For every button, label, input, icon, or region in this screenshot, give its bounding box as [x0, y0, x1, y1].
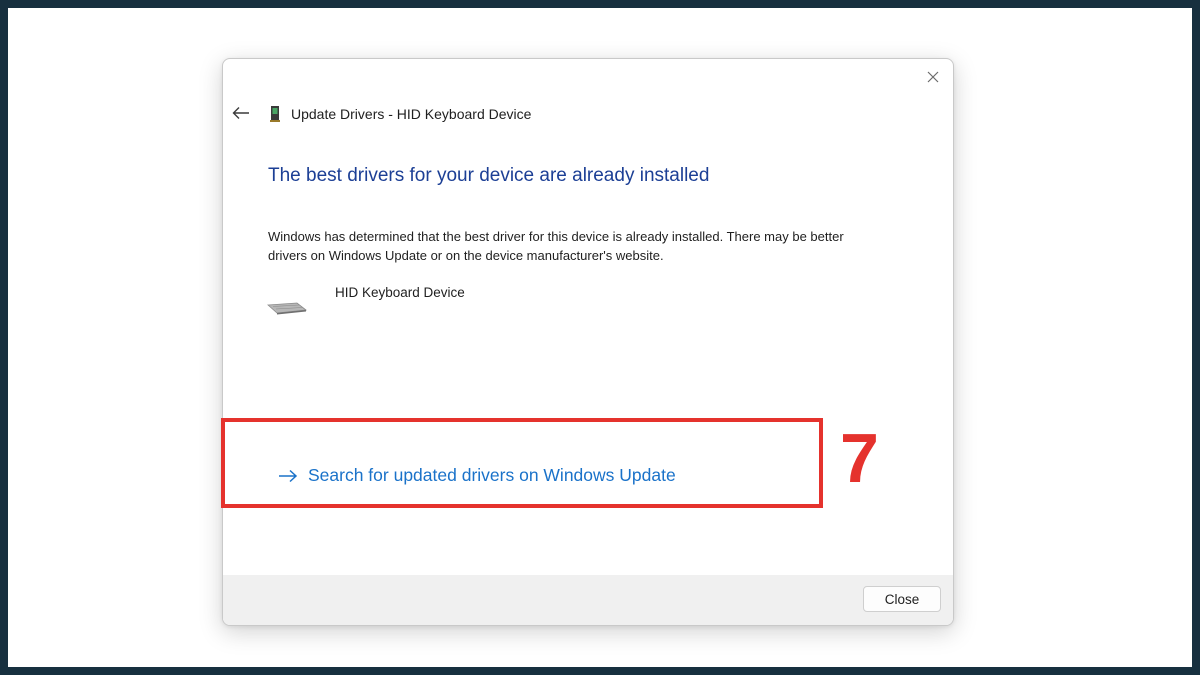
dialog-footer: Close	[223, 575, 953, 625]
status-description: Windows has determined that the best dri…	[268, 229, 844, 263]
keyboard-icon	[267, 302, 307, 315]
close-icon[interactable]	[925, 69, 941, 85]
update-drivers-dialog: Update Drivers - HID Keyboard Device The…	[222, 58, 954, 626]
step-number-label: 7	[840, 419, 879, 497]
device-icon	[270, 106, 280, 122]
status-heading: The best drivers for your device are alr…	[268, 165, 710, 186]
dialog-title: Update Drivers - HID Keyboard Device	[291, 106, 532, 122]
dialog-title-row: Update Drivers - HID Keyboard Device	[269, 105, 531, 123]
back-arrow-icon[interactable]	[232, 106, 250, 120]
highlight-box	[221, 418, 823, 508]
screenshot-frame: Update Drivers - HID Keyboard Device The…	[8, 8, 1192, 667]
device-name: HID Keyboard Device	[335, 285, 465, 300]
close-button[interactable]: Close	[863, 586, 941, 612]
